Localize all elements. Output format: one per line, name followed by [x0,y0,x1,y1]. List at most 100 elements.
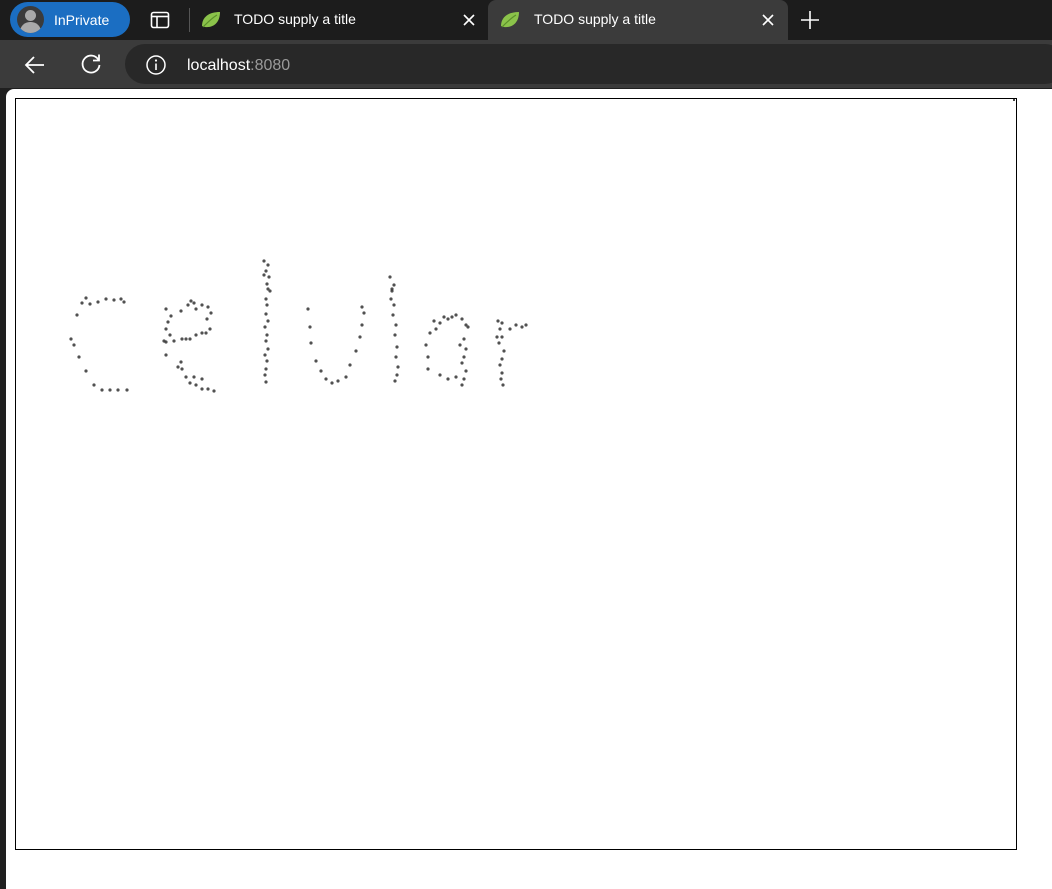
dot [389,297,393,301]
dot [454,313,458,317]
address-url[interactable]: localhost:8080 [187,57,290,75]
tab-2-active[interactable]: TODO supply a title [488,0,788,40]
dot [184,337,188,341]
dot [176,365,180,369]
dot [200,331,204,335]
dot [324,377,328,381]
dot [499,377,503,381]
tab-1-title: TODO supply a title [234,11,356,27]
dot [186,303,190,307]
dot [348,363,352,367]
dot [169,314,173,318]
tab-separator [189,8,190,32]
dot [263,373,267,377]
dot [200,303,204,307]
dot [450,315,454,319]
dot [336,379,340,383]
dot [77,355,81,359]
dot [446,377,450,381]
dot [497,341,501,345]
dot [266,319,270,323]
new-tab-plus-icon[interactable] [797,7,823,33]
dot [498,363,502,367]
dot [514,323,518,327]
leaf-icon [202,12,220,28]
dot [112,298,116,302]
dot [92,383,96,387]
profile-avatar-icon [17,6,44,33]
address-bar[interactable]: localhost:8080 [125,44,1052,84]
dot [262,273,266,277]
drawing-canvas[interactable] [15,98,1017,850]
tab-2-close-icon[interactable] [756,8,780,32]
tab-1[interactable]: TODO supply a title [200,0,485,40]
address-host: localhost [187,57,251,74]
dot [116,388,120,392]
dot [395,373,399,377]
dot [206,305,210,309]
dot [392,303,396,307]
dot [438,373,442,377]
dot [164,307,168,311]
inprivate-badge[interactable]: InPrivate [10,2,130,37]
dot [180,337,184,341]
dot [164,327,168,331]
dot [388,275,392,279]
dot [460,317,464,321]
dot [189,299,193,303]
reload-icon[interactable] [78,51,104,77]
dot [462,355,466,359]
letter-l1 [262,259,272,384]
dot [72,343,76,347]
dot [212,389,216,393]
dot [308,325,312,329]
dot [84,296,88,300]
navigation-toolbar: localhost:8080 [0,40,1052,88]
dot [267,275,271,279]
dot [266,347,270,351]
tab-1-close-icon[interactable] [457,8,481,32]
dot [520,325,524,329]
dot [395,345,399,349]
dot [192,375,196,379]
address-port: :8080 [250,57,291,74]
dot [108,388,112,392]
dot [184,375,188,379]
dot [266,263,270,267]
dot [426,355,430,359]
dot [206,387,210,391]
site-info-icon[interactable] [145,54,167,76]
dot [262,259,266,263]
dot [354,349,358,353]
dot [205,317,209,321]
dot [428,331,432,335]
dot [180,367,184,371]
dot [446,317,450,321]
dot [426,367,430,371]
dot [263,353,267,357]
dot [100,388,104,392]
back-arrow-icon[interactable] [22,52,48,78]
dot [266,287,270,291]
dot [164,353,168,357]
letter-l2 [388,275,400,383]
dot [264,380,268,384]
dot [442,315,446,319]
dot [460,383,464,387]
tab-actions-icon[interactable] [148,8,172,32]
dot [393,333,397,337]
dot [424,343,428,347]
dot [502,349,506,353]
dot [462,337,466,341]
dot [393,379,397,383]
dot [464,323,468,327]
dot [464,347,468,351]
dot [194,333,198,337]
dot [392,283,396,287]
dot [209,311,213,315]
page-viewport [6,89,1052,889]
dot [432,319,436,323]
dot [168,333,172,337]
dot [265,282,269,286]
dot [265,359,269,363]
